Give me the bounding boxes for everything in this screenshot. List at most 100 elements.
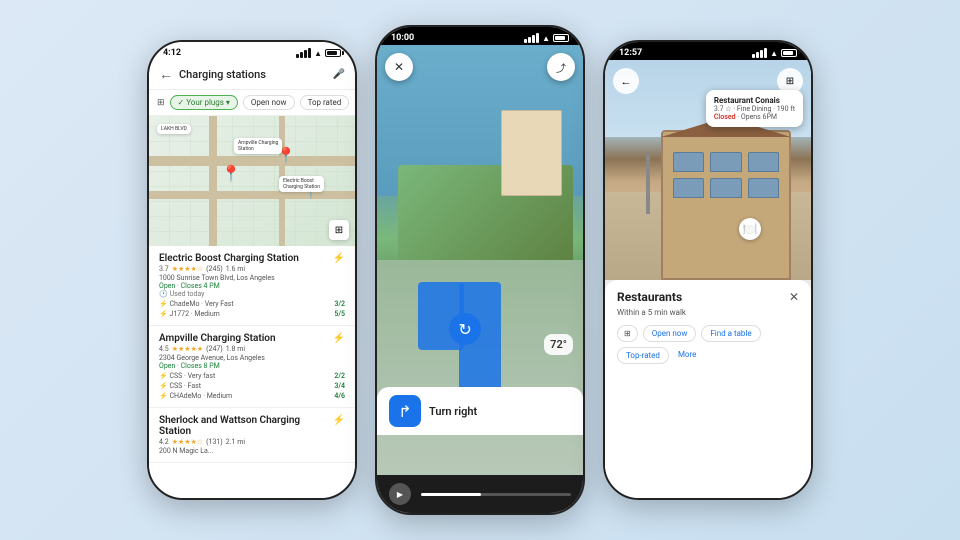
wifi-icon-2: ▲ [542, 34, 550, 43]
sv-pole [646, 154, 650, 214]
station-address-2: 2304 George Avenue, Los Angeles [159, 354, 345, 362]
plug-row-1-0: ⚡ ChadeMo · Very Fast 3/2 [159, 300, 345, 308]
mic-icon[interactable]: 🎤 [333, 69, 345, 80]
station-hours-1: Open · Closes 4 PM [159, 282, 345, 290]
wifi-icon: ▲ [314, 49, 322, 58]
building-1 [501, 110, 563, 196]
map-road-h2 [149, 191, 355, 199]
search-bar: ← Charging stations 🎤 [149, 60, 355, 90]
phone-2: 10:00 ▲ [375, 25, 585, 515]
station-item-1[interactable]: Electric Boost Charging Station ⚡ 3.7 ★★… [149, 246, 355, 326]
station-item-2[interactable]: Ampville Charging Station ⚡ 4.5 ★★★★★ (2… [149, 326, 355, 408]
stars-3: ★★★★☆ [172, 438, 203, 446]
phone3-content: ← ⊞ Restaurant Conais 3.7 ☆ · Fine Dinin… [605, 60, 811, 498]
more-btn[interactable]: More [674, 347, 700, 364]
restaurant-popup-name: Restaurant Conais [714, 96, 795, 105]
battery-icon [325, 49, 341, 57]
phone3-status-bar: 12:57 ▲ [605, 42, 811, 60]
nearby-title: Restaurants [617, 290, 682, 304]
station-address-1: 1000 Sunrise Town Blvd, Los Angeles [159, 274, 345, 282]
nav-play-button[interactable]: ▶ [389, 483, 411, 505]
station-rating-3: 4.2 ★★★★☆ (131) 2.1 mi [159, 438, 345, 446]
phones-container: 4:12 ▲ ← Charging stations 🎤 [137, 0, 823, 540]
station-rating-2: 4.5 ★★★★★ (247) 1.8 mi [159, 345, 345, 353]
station-list: Electric Boost Charging Station ⚡ 3.7 ★★… [149, 246, 355, 498]
phone-3: 12:57 ▲ [603, 40, 813, 500]
nav-bottom-bar: ▶ [377, 475, 583, 513]
top-rated-btn[interactable]: Top-rated [617, 347, 669, 364]
search-text[interactable]: Charging stations [179, 68, 327, 81]
restaurant-popup-rating: 3.7 ☆ · Fine Dining · 190 ft [714, 105, 795, 113]
phone1-status-icons: ▲ [296, 48, 341, 58]
plug-row-2-2: ⚡ CHAdeMo · Medium 4/6 [159, 392, 345, 400]
sv-window-6 [748, 178, 779, 198]
phone3-status-icons: ▲ [752, 48, 797, 58]
stars-2: ★★★★★ [172, 345, 203, 353]
ev-icon-2: ⚡ [333, 333, 345, 344]
map-label-lakth: LAKH BLVD [157, 124, 191, 134]
wifi-icon-3: ▲ [770, 49, 778, 58]
signal-icon-3 [752, 48, 767, 58]
phone-1: 4:12 ▲ ← Charging stations 🎤 [147, 40, 357, 500]
station-name-2: Ampville Charging Station ⚡ [159, 333, 345, 344]
nearby-subtitle: Within a 5 min walk [617, 308, 799, 317]
plug-avail-j: 5/5 [334, 310, 345, 318]
top-rated-filter[interactable]: Top rated [300, 95, 350, 110]
map-road-v1 [209, 116, 217, 246]
station-rating-1: 3.7 ★★★★☆ (245) 1.6 mi [159, 265, 345, 273]
signal-icon [296, 48, 311, 58]
plug-name: ⚡ ChadeMo · Very Fast [159, 300, 234, 308]
map-label-ampville: Ampville ChargingStation [234, 138, 282, 154]
plug-row-2-0: ⚡ CSS · Very fast 2/2 [159, 372, 345, 380]
sv-building [661, 130, 791, 280]
phone1-status-bar: 4:12 ▲ [149, 42, 355, 60]
nav-share-button[interactable]: ⤴ [547, 53, 575, 81]
restaurant-popup-status: Closed · Opens 6PM [714, 113, 795, 121]
share-icon: ⤴ [556, 60, 566, 75]
plug-avail: 3/2 [334, 300, 345, 308]
nav-map: ↻ ✕ ⤴ 72° ↱ Turn right [377, 45, 583, 475]
stars-1: ★★★★☆ [172, 265, 203, 273]
nav-progress-fill [421, 493, 481, 496]
open-now-filter[interactable]: Open now [243, 95, 295, 110]
restaurant-popup: Restaurant Conais 3.7 ☆ · Fine Dining · … [706, 90, 803, 127]
nav-close-button[interactable]: ✕ [385, 53, 413, 81]
map-label-boost: Electric BoostCharging Station [279, 176, 324, 192]
sv-window-3 [748, 152, 779, 172]
station-address-3: 200 N Magic La... [159, 447, 345, 455]
signal-icon-2 [524, 33, 539, 43]
battery-icon-2 [553, 34, 569, 42]
find-table-btn[interactable]: Find a table [701, 325, 760, 342]
plug-row-2-1: ⚡ CSS · Fast 3/4 [159, 382, 345, 390]
phone3-time: 12:57 [619, 48, 642, 58]
map-road-h1 [149, 156, 355, 166]
sv-back-button[interactable]: ← [613, 68, 639, 94]
open-now-btn[interactable]: Open now [643, 325, 697, 342]
your-plugs-filter[interactable]: ✓ Your plugs ▾ [170, 95, 238, 110]
map-area[interactable]: LAKH BLVD 📍 📍 📍 Ampville ChargingStation… [149, 116, 355, 246]
street-view: ← ⊞ Restaurant Conais 3.7 ☆ · Fine Dinin… [605, 60, 811, 280]
filter-icon-btn[interactable]: ⊞ [617, 325, 638, 342]
nearby-panel: Restaurants ✕ Within a 5 min walk ⊞ Open… [605, 280, 811, 498]
turn-direction-icon: ↱ [389, 395, 421, 427]
ev-icon-1: ⚡ [333, 253, 345, 264]
filter-icon[interactable]: ⊞ [157, 98, 165, 108]
sv-window-5 [710, 178, 741, 198]
map-layers-button[interactable]: ⊞ [329, 220, 349, 240]
battery-icon-3 [781, 49, 797, 57]
close-icon: ✕ [394, 60, 404, 74]
station-hours-2: Open · Closes 8 PM [159, 362, 345, 370]
back-button[interactable]: ← [159, 66, 173, 83]
phone2-status-bar: 10:00 ▲ [377, 27, 583, 45]
nearby-header: Restaurants ✕ [617, 290, 799, 304]
station-item-3[interactable]: Sherlock and Wattson Charging Station ⚡ … [149, 408, 355, 463]
temperature-display: 72° [544, 334, 573, 355]
nearby-close-button[interactable]: ✕ [789, 290, 799, 304]
book-icon: ⊞ [786, 76, 794, 87]
station-name-3: Sherlock and Wattson Charging Station ⚡ [159, 415, 345, 437]
restaurant-emoji-marker: 🍽️ [739, 218, 761, 240]
nav-progress-bar [421, 493, 571, 496]
sv-windows [673, 152, 779, 198]
ev-icon-3: ⚡ [333, 415, 345, 426]
map-pin-1: 📍 [224, 164, 238, 182]
